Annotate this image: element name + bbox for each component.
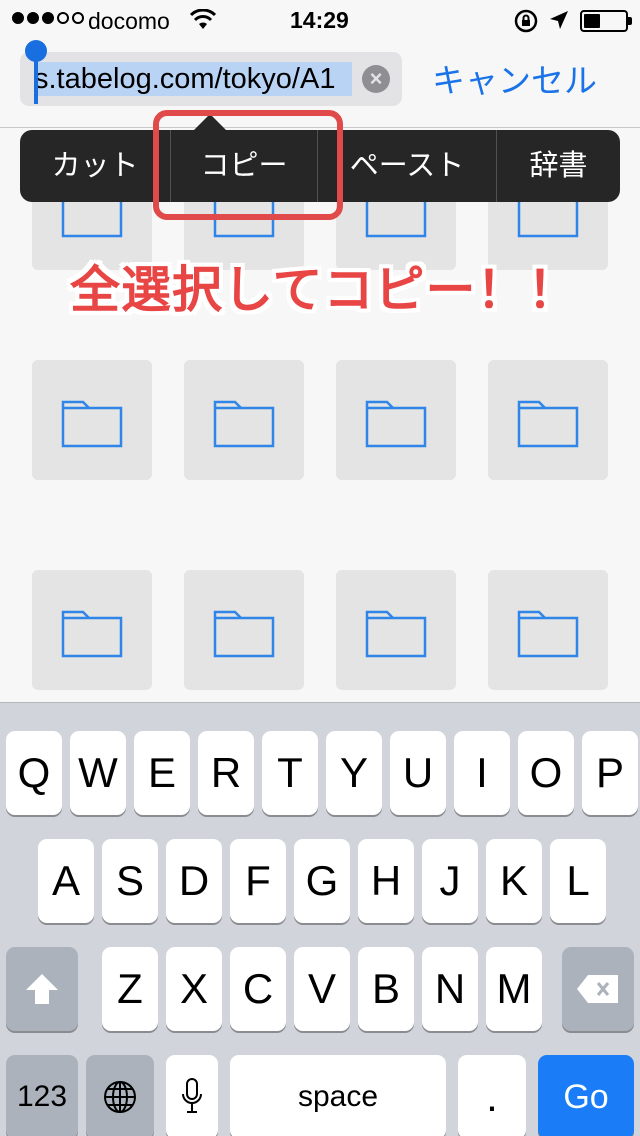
battery-icon (580, 10, 632, 32)
key-e[interactable]: E (134, 731, 190, 815)
menu-item-dictionary[interactable]: 辞書 (497, 130, 620, 202)
key-p[interactable]: P (582, 731, 638, 815)
folder-icon (213, 610, 275, 658)
key-o[interactable]: O (518, 731, 574, 815)
folder-icon (61, 400, 123, 448)
carrier-name: docomo (88, 8, 170, 34)
key-c[interactable]: C (230, 947, 286, 1031)
key-b[interactable]: B (358, 947, 414, 1031)
go-key[interactable]: Go (538, 1055, 634, 1136)
folder-icon (517, 610, 579, 658)
signal-strength-icon (12, 12, 84, 24)
annotation-text: 全選択してコピー！！ (70, 262, 579, 318)
key-y[interactable]: Y (326, 731, 382, 815)
folder-tile[interactable] (184, 570, 304, 690)
rotation-lock-icon (514, 9, 538, 39)
url-field[interactable]: s.tabelog.com/tokyo/A1 × (20, 40, 402, 106)
folder-tile[interactable] (488, 570, 608, 690)
key-v[interactable]: V (294, 947, 350, 1031)
key-n[interactable]: N (422, 947, 478, 1031)
key-k[interactable]: K (486, 839, 542, 923)
backspace-icon (577, 975, 618, 1003)
key-w[interactable]: W (70, 731, 126, 815)
clock: 14:29 (290, 7, 349, 33)
shift-key[interactable] (6, 947, 78, 1031)
key-l[interactable]: L (550, 839, 606, 923)
key-h[interactable]: H (358, 839, 414, 923)
key-s[interactable]: S (102, 839, 158, 923)
key-t[interactable]: T (262, 731, 318, 815)
microphone-icon (182, 1078, 202, 1113)
key-x[interactable]: X (166, 947, 222, 1031)
delete-key[interactable] (562, 947, 634, 1031)
copy-highlight-box (153, 110, 343, 220)
key-f[interactable]: F (230, 839, 286, 923)
status-bar: docomo 14:29 (0, 0, 640, 40)
menu-item-paste[interactable]: ペースト (318, 130, 496, 202)
keyboard: Q W E R T Y U I O P A S D F G H J K L Z … (0, 702, 640, 1136)
folder-icon (61, 610, 123, 658)
folder-icon (365, 400, 427, 448)
key-u[interactable]: U (390, 731, 446, 815)
folder-tile[interactable] (488, 360, 608, 480)
folder-tile[interactable] (336, 570, 456, 690)
period-key[interactable]: . (458, 1055, 526, 1136)
space-key[interactable]: space (230, 1055, 446, 1136)
key-r[interactable]: R (198, 731, 254, 815)
key-z[interactable]: Z (102, 947, 158, 1031)
folder-tile[interactable] (32, 570, 152, 690)
wifi-icon (189, 8, 217, 37)
key-g[interactable]: G (294, 839, 350, 923)
url-text-selected[interactable]: s.tabelog.com/tokyo/A1 (34, 62, 352, 96)
folder-tile[interactable] (336, 360, 456, 480)
selection-handle[interactable] (25, 40, 47, 104)
menu-item-cut[interactable]: カット (20, 130, 170, 202)
location-arrow-icon (549, 10, 569, 36)
key-q[interactable]: Q (6, 731, 62, 815)
numbers-key[interactable]: 123 (6, 1055, 78, 1136)
globe-icon (104, 1081, 136, 1113)
folder-icon (517, 400, 579, 448)
dictation-key[interactable] (166, 1055, 218, 1136)
key-i[interactable]: I (454, 731, 510, 815)
folder-tile[interactable] (32, 360, 152, 480)
shift-arrow-icon (26, 974, 58, 1004)
folder-tile[interactable] (184, 360, 304, 480)
cancel-button[interactable]: キャンセル (432, 54, 597, 102)
key-a[interactable]: A (38, 839, 94, 923)
folder-icon (365, 610, 427, 658)
key-m[interactable]: M (486, 947, 542, 1031)
key-j[interactable]: J (422, 839, 478, 923)
key-d[interactable]: D (166, 839, 222, 923)
globe-key[interactable] (86, 1055, 154, 1136)
folder-icon (213, 400, 275, 448)
clear-text-button[interactable]: × (362, 65, 390, 93)
